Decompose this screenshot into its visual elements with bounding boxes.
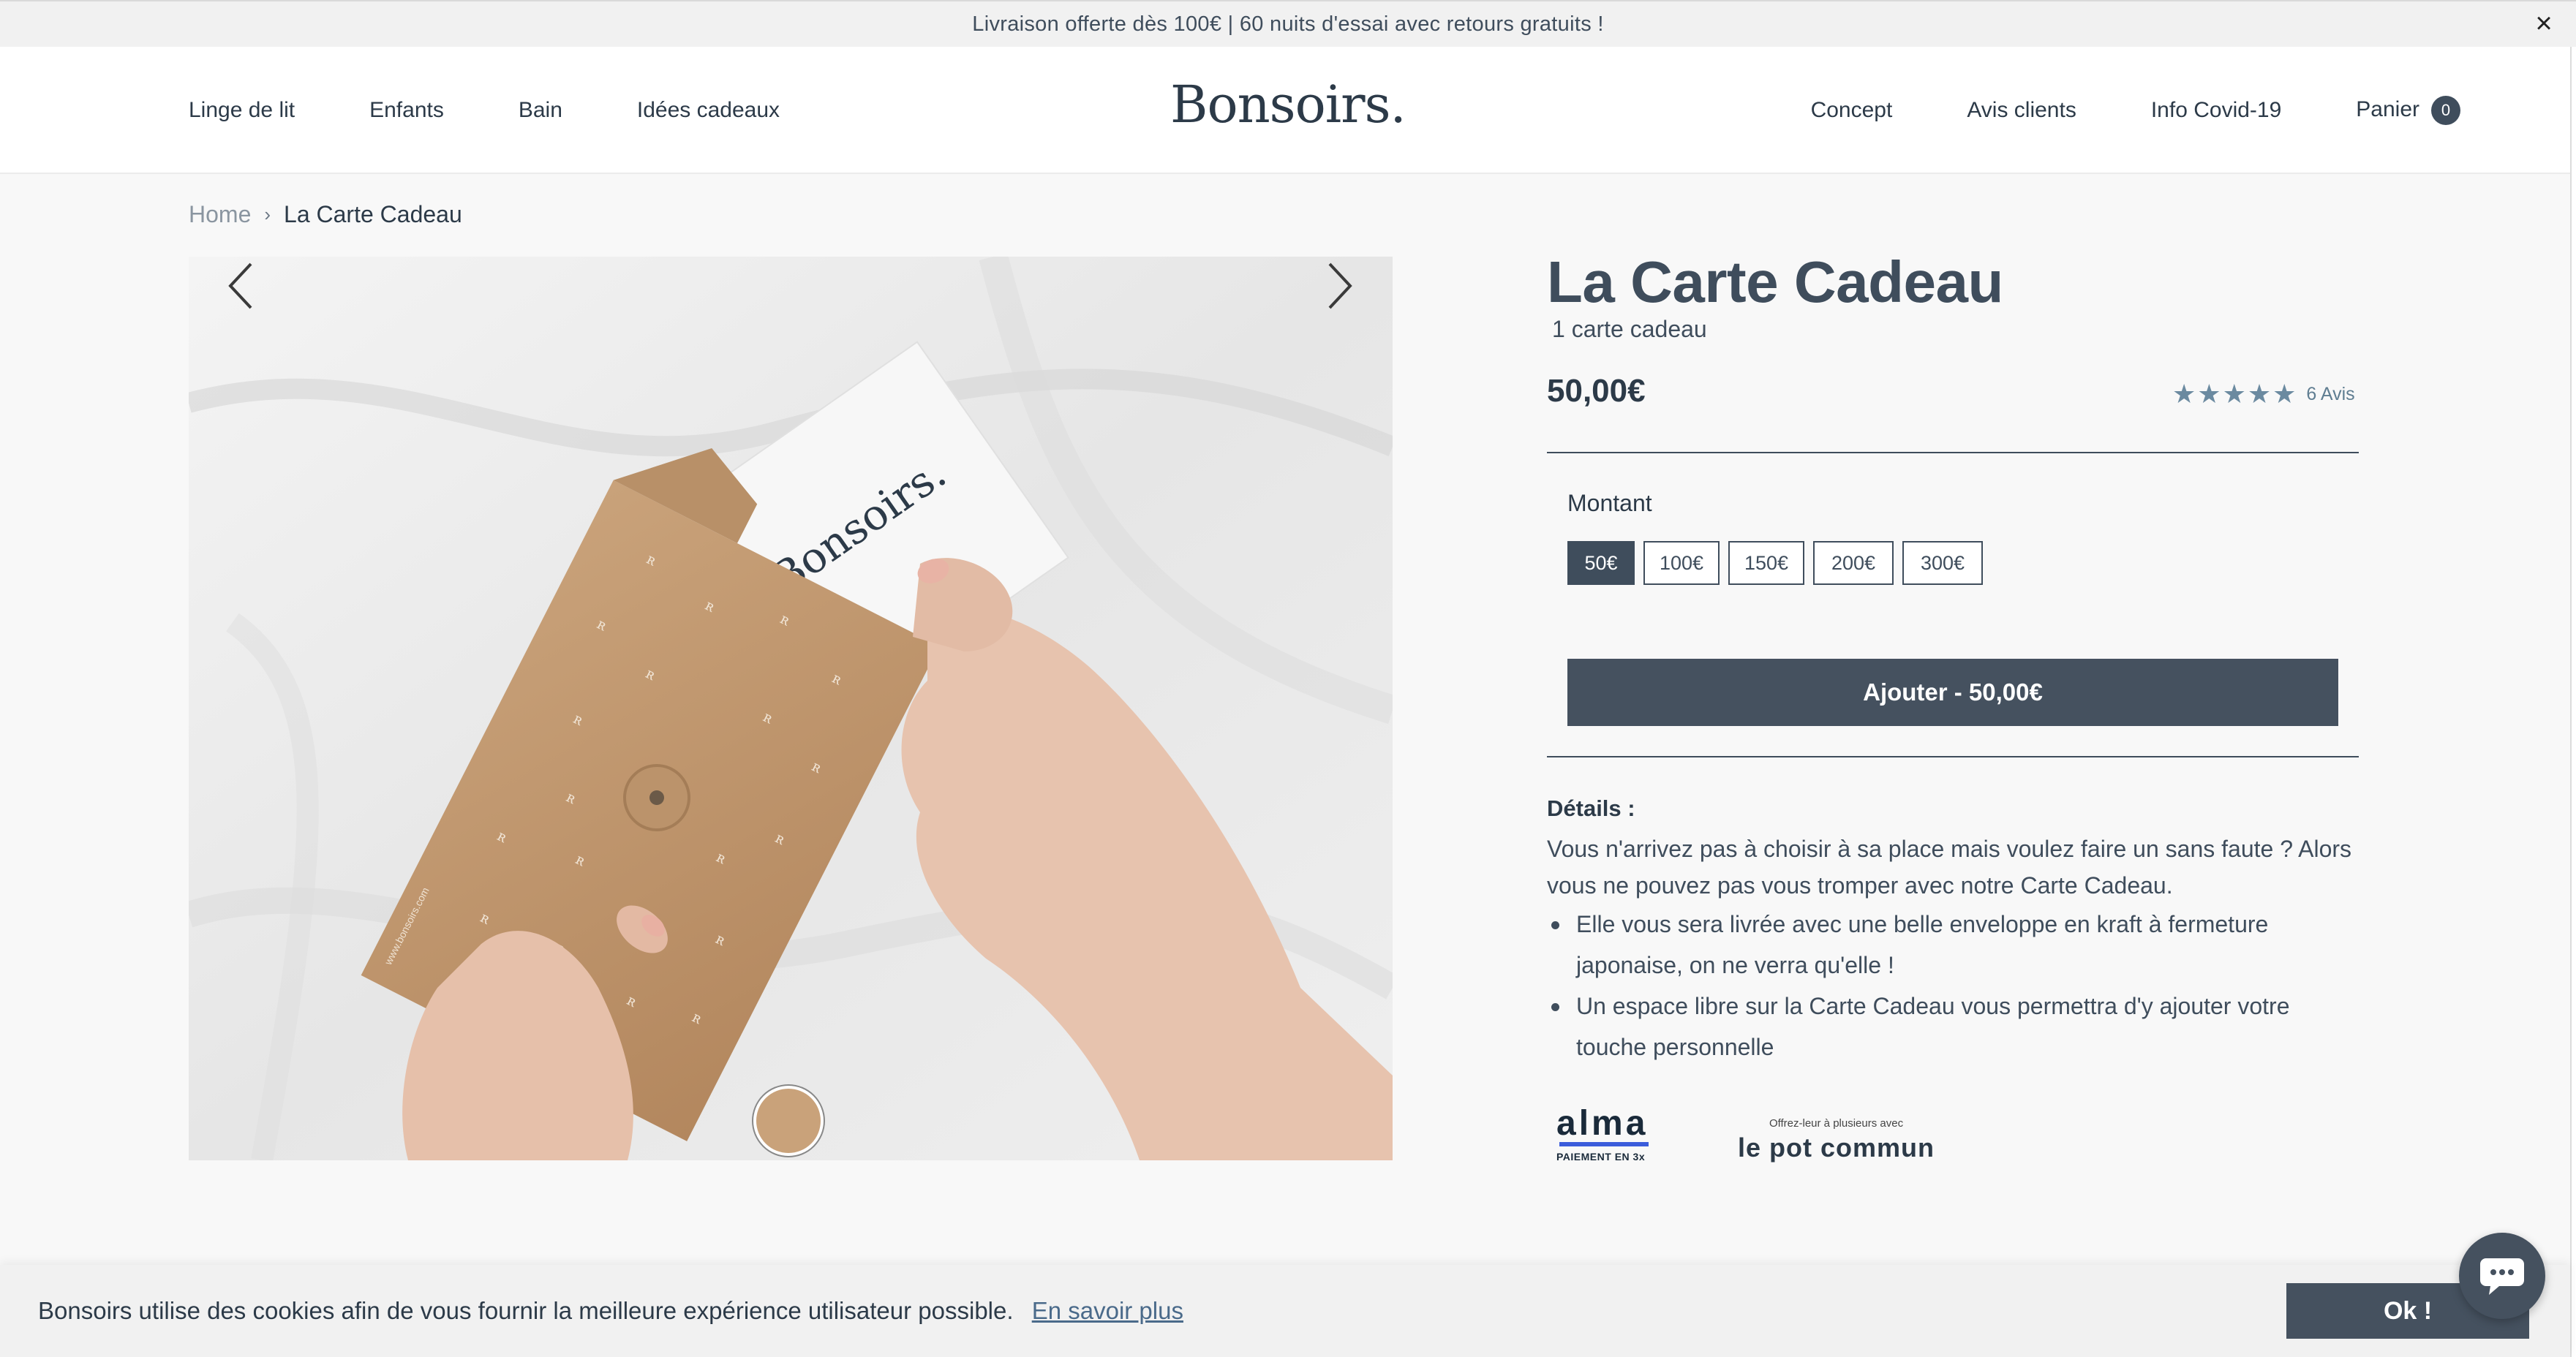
- details-title: Détails :: [1547, 795, 1635, 821]
- cookie-message: Bonsoirs utilise des cookies afin de vou…: [38, 1297, 1014, 1324]
- product-rating[interactable]: ★ ★ ★ ★ ★ 6 Avis: [2172, 379, 2355, 409]
- amount-option-300[interactable]: 300€: [1902, 541, 1983, 585]
- nav-item-idees-cadeaux[interactable]: Idées cadeaux: [637, 98, 780, 123]
- amount-option-50[interactable]: 50€: [1567, 541, 1635, 585]
- chevron-right-icon[interactable]: [1315, 257, 1359, 315]
- nav-item-avis-clients[interactable]: Avis clients: [1967, 98, 2076, 123]
- breadcrumb-current: La Carte Cadeau: [284, 201, 462, 227]
- close-icon[interactable]: ×: [2535, 9, 2553, 38]
- scrollbar[interactable]: [2570, 47, 2576, 1357]
- star-icon: ★: [2172, 379, 2196, 409]
- star-icon: ★: [2247, 379, 2272, 409]
- breadcrumb: Home › La Carte Cadeau: [189, 201, 462, 228]
- cart-link[interactable]: Panier 0: [2356, 96, 2460, 125]
- breadcrumb-separator: ›: [264, 203, 271, 225]
- product-gallery[interactable]: Bonsoirs. ʀʀʀʀ ʀʀʀʀ ʀʀʀʀ ʀʀʀʀ ʀʀʀʀ www.b…: [189, 257, 1393, 1160]
- nav-item-info-covid[interactable]: Info Covid-19: [2151, 98, 2281, 123]
- amount-options: 50€ 100€ 150€ 200€ 300€: [1567, 541, 1992, 585]
- announcement-bar: Livraison offerte dès 100€ | 60 nuits d'…: [0, 0, 2576, 47]
- amount-option-150[interactable]: 150€: [1728, 541, 1804, 585]
- product-image: Bonsoirs. ʀʀʀʀ ʀʀʀʀ ʀʀʀʀ ʀʀʀʀ ʀʀʀʀ www.b…: [189, 257, 1393, 1160]
- cart-count-badge: 0: [2431, 96, 2460, 125]
- cookie-banner: Bonsoirs utilise des cookies afin de vou…: [0, 1265, 2570, 1357]
- nav-left: Linge de lit Enfants Bain Idées cadeaux: [189, 47, 854, 174]
- nav-item-concept[interactable]: Concept: [1811, 98, 1893, 123]
- details-list: Elle vous sera livrée avec une belle env…: [1551, 904, 2366, 1067]
- amount-option-200[interactable]: 200€: [1813, 541, 1894, 585]
- product-title: La Carte Cadeau: [1547, 249, 2003, 314]
- divider: [1547, 756, 2359, 757]
- potcommun-small: Offrez-leur à plusieurs avec: [1769, 1117, 1904, 1130]
- amount-option-100[interactable]: 100€: [1643, 541, 1720, 585]
- add-to-cart-button[interactable]: Ajouter - 50,00€: [1567, 659, 2338, 726]
- alma-logo: alma PAIEMENT EN 3x: [1556, 1105, 1652, 1163]
- star-icon: ★: [2222, 379, 2246, 409]
- product-subtitle: 1 carte cadeau: [1552, 316, 1707, 342]
- chat-icon: [2480, 1258, 2524, 1295]
- cookie-learn-more-link[interactable]: En savoir plus: [1032, 1297, 1183, 1324]
- star-icon: ★: [2197, 379, 2221, 409]
- nav-item-enfants[interactable]: Enfants: [369, 98, 444, 123]
- announcement-text: Livraison offerte dès 100€ | 60 nuits d'…: [972, 12, 1604, 36]
- details-text: Vous n'arrivez pas à choisir à sa place …: [1547, 836, 2352, 899]
- nav-item-linge-de-lit[interactable]: Linge de lit: [189, 98, 295, 123]
- reviews-link[interactable]: 6 Avis: [2306, 384, 2354, 405]
- amount-label: Montant: [1567, 490, 1652, 516]
- potcommun-big: le pot commun: [1738, 1133, 1935, 1163]
- cookie-text: Bonsoirs utilise des cookies afin de vou…: [38, 1297, 1183, 1325]
- nav-right: Concept Avis clients Info Covid-19 Panie…: [1736, 47, 2460, 174]
- chat-button[interactable]: [2459, 1233, 2545, 1319]
- cart-label: Panier: [2356, 97, 2419, 121]
- product-price: 50,00€: [1547, 373, 1646, 409]
- site-header: Linge de lit Enfants Bain Idées cadeaux …: [0, 47, 2570, 174]
- nav-item-bain[interactable]: Bain: [519, 98, 562, 123]
- alma-sub: PAIEMENT EN 3x: [1556, 1151, 1646, 1163]
- star-icon: ★: [2272, 379, 2297, 409]
- site-logo[interactable]: Bonsoirs.: [1170, 75, 1406, 135]
- list-item: Un espace libre sur la Carte Cadeau vous…: [1551, 986, 2366, 1067]
- potcommun-logo: Offrez-leur à plusieurs avec le pot comm…: [1738, 1117, 1935, 1163]
- list-item: Elle vous sera livrée avec une belle env…: [1551, 904, 2366, 986]
- breadcrumb-home[interactable]: Home: [189, 201, 251, 228]
- divider: [1547, 452, 2359, 453]
- chevron-left-icon[interactable]: [222, 257, 265, 315]
- alma-word: alma: [1556, 1104, 1649, 1143]
- gallery-thumbnail[interactable]: [753, 1086, 824, 1156]
